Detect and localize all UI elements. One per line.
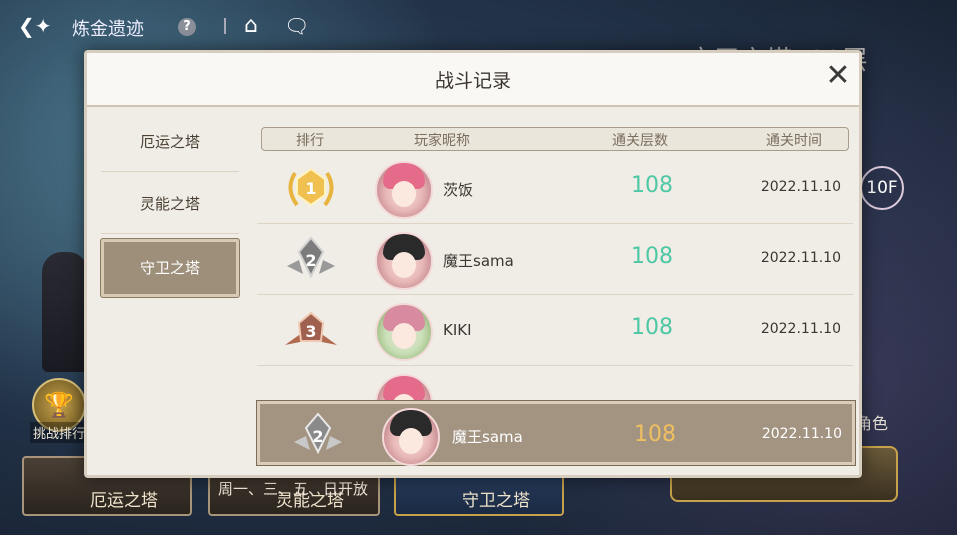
modal-header: 战斗记录 ✕	[87, 53, 859, 107]
rank-number: 3	[305, 322, 316, 341]
cleared-floors: 108	[631, 173, 673, 198]
character-sprite	[42, 252, 88, 372]
rank-number: 2	[305, 251, 316, 270]
clear-time: 2022.11.10	[760, 179, 841, 195]
avatar	[375, 161, 433, 219]
chat-icon[interactable]: 🗨	[284, 14, 309, 38]
avatar	[375, 232, 433, 290]
floor-indicator: 10F	[860, 166, 904, 210]
clear-time: 2022.11.10	[760, 250, 841, 266]
cleared-floors: 108	[634, 422, 676, 447]
player-nickname: KIKI	[443, 321, 472, 339]
challenge-rank-label[interactable]: 挑战排行	[30, 422, 89, 443]
modal-title: 战斗记录	[434, 70, 511, 92]
close-icon[interactable]: ✕	[823, 61, 853, 91]
rank-silver-wing-icon: 2	[287, 236, 335, 279]
clear-time: 2022.11.10	[760, 321, 841, 337]
page-title: 炼金遗迹	[72, 19, 144, 40]
battle-record-modal: 战斗记录 ✕ 厄运之塔 灵能之塔 守卫之塔 排行 玩家昵称 通关层数 通关时间 …	[84, 50, 862, 478]
cleared-floors: 108	[631, 315, 673, 340]
column-rank: 排行	[296, 133, 324, 149]
rank-silver-wing-icon: 2	[294, 412, 342, 455]
player-nickname: 魔王sama	[452, 428, 523, 446]
help-icon[interactable]: ?	[178, 18, 196, 36]
column-time: 通关时间	[766, 133, 822, 149]
sidebar-item-psionic-tower[interactable]: 灵能之塔	[101, 175, 239, 234]
table-row: 3 KIKI 108 2022.11.10	[257, 295, 853, 366]
sidebar-item-doom-tower[interactable]: 厄运之塔	[101, 113, 239, 172]
rank-bronze-wing-icon: 3	[285, 311, 337, 345]
divider	[224, 18, 226, 34]
open-days-label: 周一、三、五、日开放	[218, 480, 369, 498]
table-header: 排行 玩家昵称 通关层数 通关时间	[261, 127, 849, 151]
sidebar-item-guard-tower[interactable]: 守卫之塔	[101, 239, 239, 297]
avatar	[375, 303, 433, 361]
column-floors: 通关层数	[612, 133, 668, 149]
my-record-row: 2 魔王sama 108 2022.11.10	[257, 401, 855, 466]
column-nickname: 玩家昵称	[414, 133, 470, 149]
home-icon[interactable]: ⌂	[244, 13, 258, 38]
table-row: 2 魔王sama 108 2022.11.10	[257, 224, 853, 295]
tower-sidebar: 厄运之塔 灵能之塔 守卫之塔	[95, 113, 245, 453]
player-nickname: 魔王sama	[443, 252, 514, 270]
player-nickname: 茨饭	[443, 181, 474, 199]
back-arrow-icon[interactable]: ❮✦	[18, 14, 52, 38]
cleared-floors: 108	[631, 244, 673, 269]
rank-number: 2	[312, 427, 323, 446]
clear-time: 2022.11.10	[761, 426, 842, 442]
rank-gold-laurel-icon: 1	[288, 167, 334, 207]
rank-number: 1	[305, 179, 316, 198]
avatar	[382, 408, 440, 466]
table-row: 1 茨饭 108 2022.11.10	[257, 153, 853, 224]
